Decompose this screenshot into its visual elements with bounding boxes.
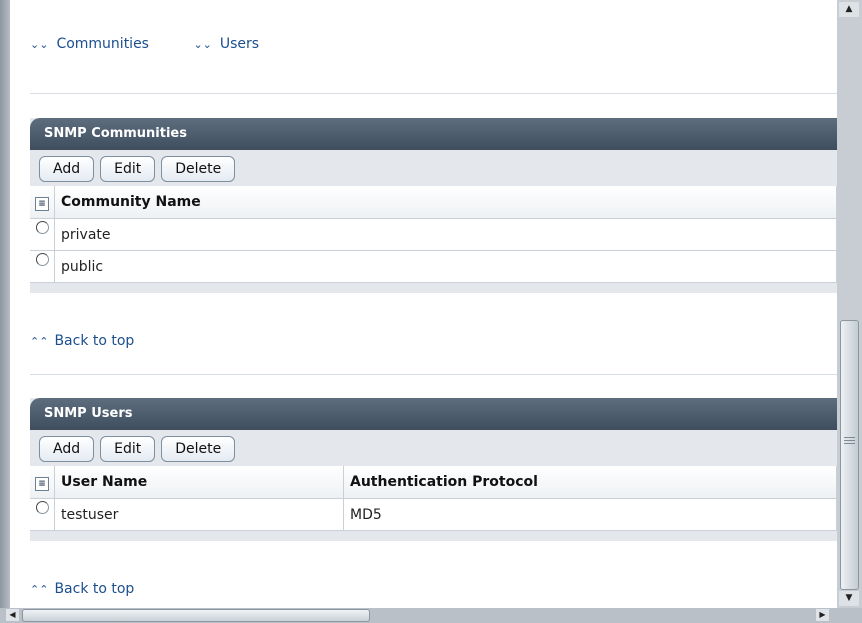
row-radio-button[interactable] [35, 253, 49, 266]
community-name-cell: public [54, 250, 837, 283]
select-all-icon[interactable]: ≡ [35, 476, 49, 491]
scroll-down-arrow-icon[interactable]: ▼ [839, 591, 859, 606]
edit-user-button[interactable]: Edit [100, 436, 156, 462]
user-name-cell: testuser [54, 498, 344, 531]
jump-link-users[interactable]: ⌄⌄ Users [193, 36, 259, 52]
window-left-edge [0, 0, 10, 608]
panel-title: SNMP Communities [30, 118, 837, 150]
auth-protocol-cell: MD5 [343, 498, 837, 531]
horizontal-scrollbar[interactable]: ◀ ▶ [0, 608, 862, 623]
vertical-scrollbar[interactable]: ▲ ▼ [837, 0, 862, 608]
panel-title: SNMP Users [30, 398, 837, 430]
select-column-header: ≡ [30, 186, 55, 219]
column-header-community-name[interactable]: Community Name [54, 186, 837, 219]
row-radio-button[interactable] [35, 221, 49, 234]
column-header-user-name[interactable]: User Name [54, 466, 344, 499]
users-toolbar: Add Edit Delete [30, 430, 837, 466]
row-radio-button[interactable] [35, 501, 49, 514]
scroll-right-arrow-icon[interactable]: ▶ [816, 609, 829, 621]
table-header-row: ≡ User Name Authentication Protocol [30, 466, 837, 499]
jump-link-communities[interactable]: ⌄⌄ Communities [30, 36, 149, 52]
table-row: public [30, 250, 837, 283]
back-to-top-link[interactable]: ⌃⌃ Back to top [30, 333, 134, 349]
double-chevron-down-icon: ⌄⌄ [193, 38, 212, 51]
back-to-top-link[interactable]: ⌃⌃ Back to top [30, 581, 134, 597]
add-user-button[interactable]: Add [39, 436, 95, 462]
community-name-cell: private [54, 218, 837, 251]
double-chevron-up-icon: ⌃⌃ [30, 583, 49, 596]
table-header-row: ≡ Community Name [30, 186, 837, 219]
divider [30, 93, 837, 94]
delete-user-button[interactable]: Delete [161, 436, 236, 462]
delete-community-button[interactable]: Delete [161, 156, 236, 182]
divider [30, 374, 837, 375]
snmp-users-panel: SNMP Users Add Edit Delete ≡ User Name Aut… [30, 398, 837, 541]
jump-links: ⌄⌄ Communities ⌄⌄ Users [30, 36, 299, 52]
column-header-authentication-protocol[interactable]: Authentication Protocol [343, 466, 837, 499]
double-chevron-up-icon: ⌃⌃ [30, 335, 49, 348]
communities-toolbar: Add Edit Delete [30, 150, 837, 186]
select-all-icon[interactable]: ≡ [35, 196, 49, 211]
table-row: testuser MD5 [30, 498, 837, 531]
double-chevron-down-icon: ⌄⌄ [30, 38, 49, 51]
users-table: ≡ User Name Authentication Protocol test… [30, 466, 837, 531]
edit-community-button[interactable]: Edit [100, 156, 156, 182]
table-row: private [30, 218, 837, 251]
vertical-scroll-thumb[interactable] [840, 320, 859, 590]
communities-table: ≡ Community Name private public [30, 186, 837, 283]
page-content: ⌄⌄ Communities ⌄⌄ Users SNMP Communities A… [10, 0, 837, 608]
scroll-up-arrow-icon[interactable]: ▲ [839, 2, 859, 17]
scroll-left-arrow-icon[interactable]: ◀ [6, 609, 19, 621]
select-column-header: ≡ [30, 466, 55, 499]
horizontal-scroll-thumb[interactable] [22, 609, 370, 622]
snmp-communities-panel: SNMP Communities Add Edit Delete ≡ Communi… [30, 118, 837, 293]
add-community-button[interactable]: Add [39, 156, 95, 182]
